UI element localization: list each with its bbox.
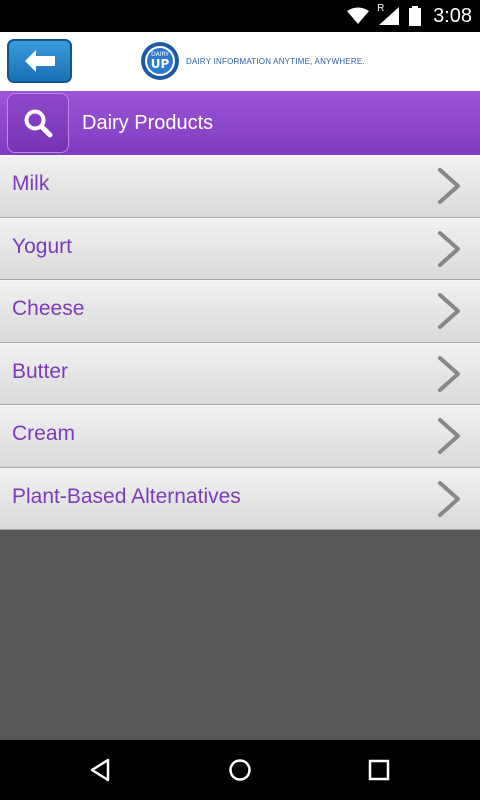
signal-icon: R xyxy=(377,3,400,25)
svg-text:UP: UP xyxy=(151,57,170,71)
app-screen: R 3:08 DAIRY UP DAIRY INFORMATION ANYTIM… xyxy=(0,0,480,800)
chevron-right-icon xyxy=(438,293,460,329)
list-item-label: Milk xyxy=(12,172,50,195)
network-indicator: R xyxy=(377,3,385,14)
chevron-right-icon xyxy=(438,418,460,454)
search-icon xyxy=(24,109,53,138)
page-title: Dairy Products xyxy=(82,112,214,134)
chevron-right-icon xyxy=(438,480,460,517)
nav-recents-button[interactable] xyxy=(359,754,399,786)
title-bar: Dairy Products xyxy=(0,91,480,155)
empty-content-area xyxy=(0,530,480,740)
chevron-right-icon xyxy=(438,355,460,392)
back-button[interactable] xyxy=(7,39,72,83)
list-item-cream[interactable]: Cream xyxy=(0,405,480,468)
nav-back-button[interactable] xyxy=(80,754,120,786)
list-item-milk[interactable]: Milk xyxy=(0,155,480,218)
back-arrow-icon xyxy=(24,50,55,72)
nav-home-button[interactable] xyxy=(220,754,260,786)
list-item-butter[interactable]: Butter xyxy=(0,342,480,405)
dairy-up-logo: DAIRY UP xyxy=(141,42,179,80)
status-time: 3:08 xyxy=(433,4,472,27)
list-item-label: Cheese xyxy=(12,297,85,320)
battery-icon xyxy=(409,6,422,26)
list-item-label: Plant-Based Alternatives xyxy=(12,484,241,508)
wifi-icon xyxy=(347,7,370,24)
app-header: DAIRY UP DAIRY INFORMATION ANYTIME, ANYW… xyxy=(0,32,480,91)
chevron-right-icon xyxy=(438,168,460,204)
nav-home-icon xyxy=(229,759,251,781)
list-item-label: Cream xyxy=(12,422,76,445)
nav-back-icon xyxy=(90,758,110,782)
category-list: Milk Yogurt Cheese Butter Cream Plant-Ba… xyxy=(0,155,480,530)
system-nav-bar xyxy=(0,740,480,800)
list-item-label: Yogurt xyxy=(12,234,72,258)
app-logo: DAIRY UP DAIRY INFORMATION ANYTIME, ANYW… xyxy=(140,41,365,81)
list-item-cheese[interactable]: Cheese xyxy=(0,280,480,343)
list-item-yogurt[interactable]: Yogurt xyxy=(0,217,480,280)
list-item-label: Butter xyxy=(12,359,69,383)
tagline: DAIRY INFORMATION ANYTIME, ANYWHERE. xyxy=(186,56,365,66)
status-bar: R 3:08 xyxy=(0,0,480,32)
search-button[interactable] xyxy=(7,93,69,153)
nav-recents-icon xyxy=(368,759,390,781)
list-item-plant-based-alternatives[interactable]: Plant-Based Alternatives xyxy=(0,467,480,530)
chevron-right-icon xyxy=(438,230,460,267)
